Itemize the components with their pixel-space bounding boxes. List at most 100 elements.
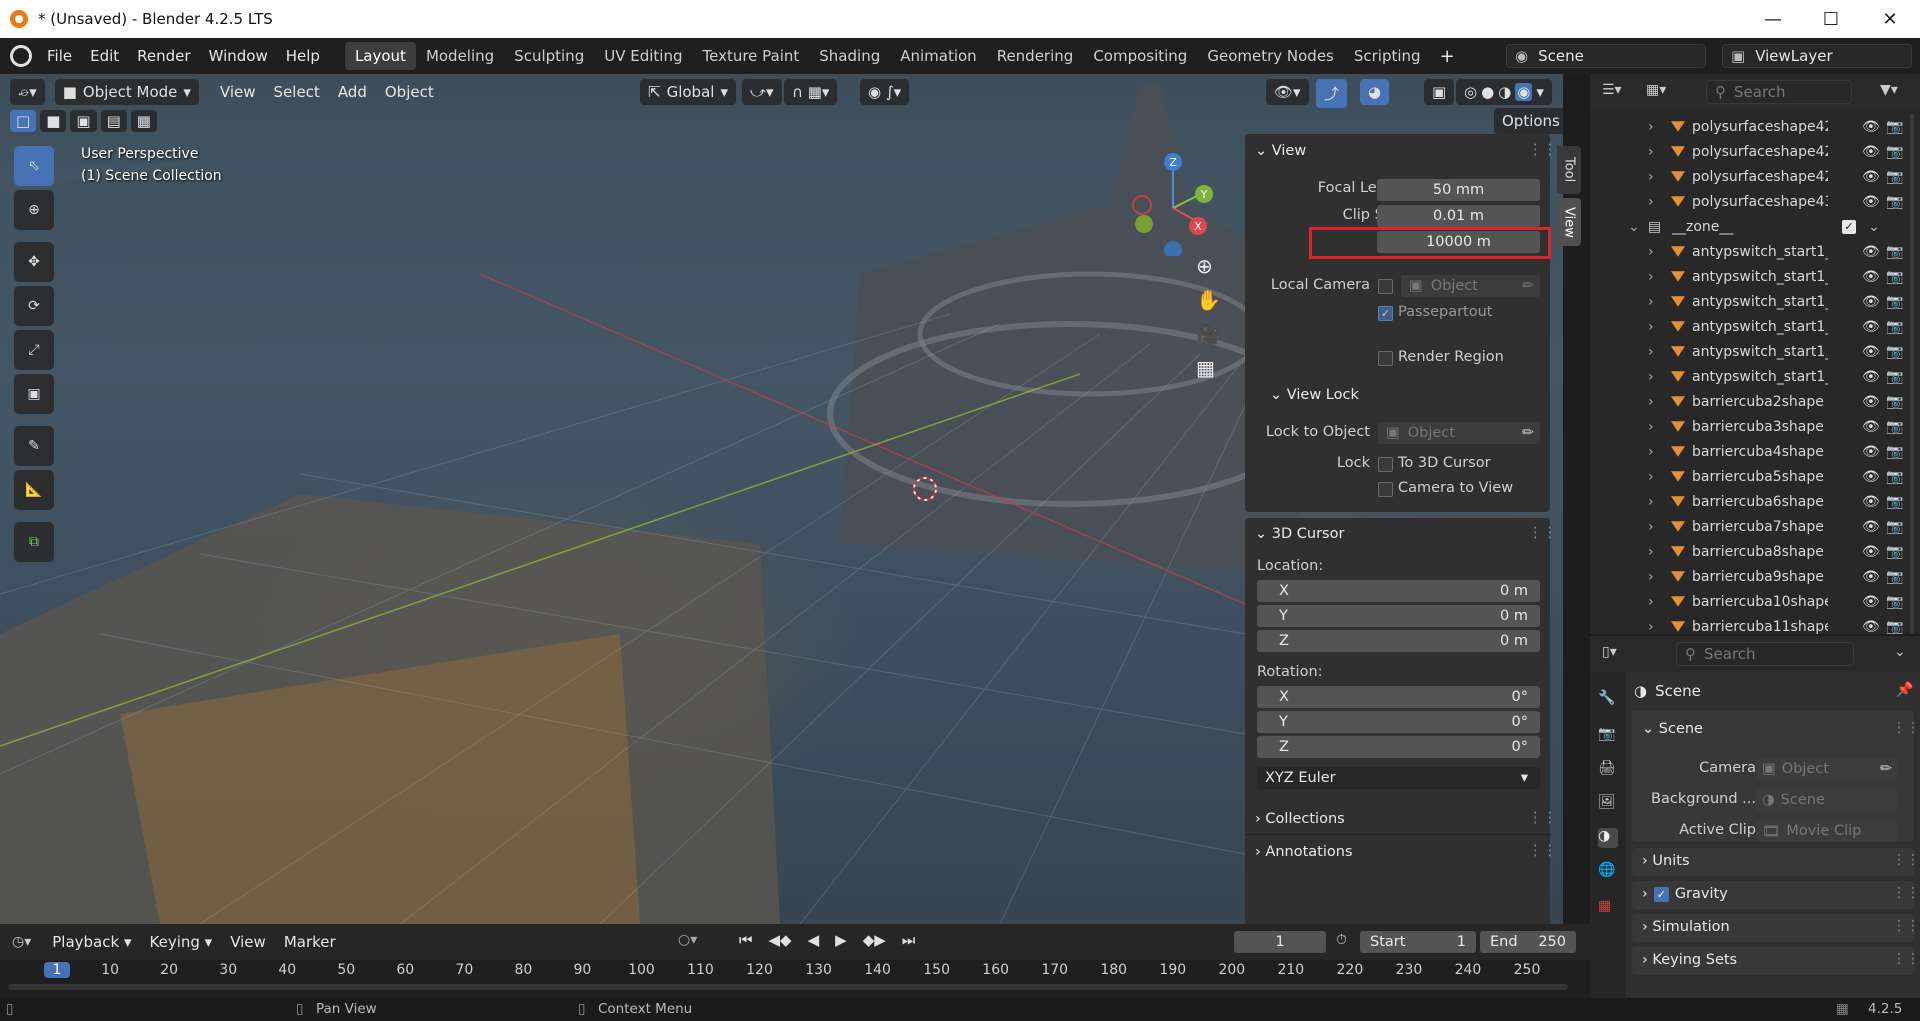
expand-chevron-icon[interactable]: › (1648, 494, 1654, 510)
add-workspace-icon[interactable]: + (1431, 46, 1464, 67)
render-icon[interactable]: 📷 (1598, 726, 1618, 746)
drag-handle-icon[interactable]: ⋮⋮ (1892, 885, 1920, 901)
menu-edit[interactable]: Edit (81, 47, 128, 65)
eye-icon[interactable]: 👁 (1862, 569, 1880, 585)
filter-icon[interactable]: ▼▾ (1880, 82, 1898, 98)
focal-length-field[interactable]: 50 mm (1377, 179, 1540, 201)
eye-icon[interactable]: 👁 (1862, 119, 1880, 135)
eye-icon[interactable]: 👁 (1862, 544, 1880, 560)
eye-icon[interactable]: 👁 (1862, 169, 1880, 185)
jump-end-icon[interactable]: ⏭ (895, 930, 922, 950)
prev-keyframe-icon[interactable]: ◀◆ (762, 930, 798, 950)
sidebar-tab-tool[interactable]: Tool (1557, 146, 1581, 194)
timeline[interactable]: ◷▾ Playback ▾ Keying ▾ View Marker ○▾ ⏮ … (0, 924, 1590, 998)
outliner-row[interactable]: › barriercuba6shape 👁 📷 (1590, 489, 1920, 514)
expand-chevron-icon[interactable]: › (1648, 269, 1654, 285)
measure-tool-icon[interactable]: 📐 (14, 470, 54, 510)
keying-sets-header[interactable]: › Keying Sets (1642, 952, 1737, 968)
camera-render-icon[interactable]: 📷 (1886, 319, 1903, 335)
camera-render-icon[interactable]: 📷 (1886, 169, 1903, 185)
drag-handle-icon[interactable]: ⋮⋮ (1528, 525, 1557, 541)
expand-chevron-icon[interactable]: › (1648, 519, 1654, 535)
clip-start-field[interactable]: 0.01 m (1377, 205, 1540, 227)
simulation-header[interactable]: › Simulation (1642, 919, 1730, 935)
collection-include-checkbox[interactable]: ✓ (1842, 219, 1856, 234)
camera-field[interactable]: ▣ Object ✏ (1756, 758, 1898, 780)
clip-end-field[interactable]: 10000 m (1377, 231, 1540, 253)
rendered-shading-icon[interactable]: ◉ (1515, 83, 1533, 101)
view-section-header[interactable]: ⌄ View (1255, 143, 1306, 159)
camera-render-icon[interactable]: 📷 (1886, 369, 1903, 385)
cursor-location-y[interactable]: Y0 m (1257, 605, 1540, 627)
cursor-rotation-x[interactable]: X 0° (1257, 686, 1540, 708)
drag-handle-icon[interactable]: ⋮⋮ (1528, 142, 1557, 158)
camera-render-icon[interactable]: 📷 (1886, 519, 1903, 535)
xray-icon[interactable]: ▣ (1424, 79, 1455, 105)
outliner-row[interactable]: › polysurfaceshape429 👁 📷 (1590, 164, 1920, 189)
eye-icon[interactable]: 👁 (1862, 344, 1880, 360)
expand-chevron-icon[interactable]: › (1648, 194, 1654, 210)
close-button[interactable]: ✕ (1862, 0, 1918, 38)
scene-selector[interactable]: ◉ Scene (1506, 44, 1706, 68)
background-field[interactable]: ◑ Scene (1756, 789, 1898, 811)
expand-chevron-icon[interactable]: › (1648, 419, 1654, 435)
navigation-gizmo[interactable]: Z Y X (1125, 146, 1225, 256)
eye-icon[interactable]: 👁 (1862, 594, 1880, 610)
passepartout-checkbox[interactable]: ✓ (1378, 306, 1393, 321)
move-tool-icon[interactable]: ✥ (14, 242, 54, 282)
tab-uv-editing[interactable]: UV Editing (594, 42, 692, 70)
gizmo-toggle-icon[interactable]: ⤴ (1316, 79, 1348, 108)
properties-editor-icon[interactable]: ▯▾ (1602, 644, 1617, 660)
solid-shading-icon[interactable]: ● (1481, 83, 1494, 101)
expand-chevron-icon[interactable]: › (1648, 244, 1654, 260)
expand-chevron-icon[interactable]: › (1648, 544, 1654, 560)
tab-layout[interactable]: Layout (344, 42, 416, 70)
tab-modeling[interactable]: Modeling (416, 42, 504, 70)
drag-handle-icon[interactable]: ⋮⋮ (1892, 720, 1920, 736)
pivot-icon[interactable]: ⤻▾ (742, 79, 782, 105)
next-keyframe-icon[interactable]: ◆▶ (856, 930, 892, 950)
select-new-icon[interactable]: □ (10, 110, 37, 132)
expand-chevron-icon[interactable]: › (1648, 469, 1654, 485)
drag-handle-icon[interactable]: ⋮⋮ (1528, 843, 1557, 859)
expand-chevron-icon[interactable]: › (1648, 369, 1654, 385)
marker-menu[interactable]: Marker (275, 933, 345, 951)
expand-chevron-icon[interactable]: › (1648, 344, 1654, 360)
camera-render-icon[interactable]: 📷 (1886, 594, 1903, 610)
properties-search-input[interactable]: ⚲ Search (1676, 642, 1854, 666)
scene-tab-icon[interactable]: ◑ (1598, 828, 1618, 848)
camera-render-icon[interactable]: 📷 (1886, 144, 1903, 160)
snap-icon[interactable]: ∩ ▦▾ (784, 79, 838, 105)
playback-menu[interactable]: Playback ▾ (43, 933, 140, 951)
auto-keying-icon[interactable]: ○▾ (678, 932, 697, 948)
viewport-menu-select[interactable]: Select (265, 83, 329, 101)
tool-settings-icon[interactable]: 🔧 (1598, 690, 1618, 710)
overlays-toggle-icon[interactable]: ◕ (1360, 79, 1390, 105)
expand-chevron-icon[interactable]: › (1648, 119, 1654, 135)
outliner-row[interactable]: › antypswitch_start1_3 👁 📷 (1590, 289, 1920, 314)
keying-menu[interactable]: Keying ▾ (141, 933, 222, 951)
expand-chevron-icon[interactable]: › (1648, 594, 1654, 610)
camera-render-icon[interactable]: 📷 (1886, 344, 1903, 360)
outliner-editor-icon[interactable]: ☰▾ (1602, 82, 1622, 98)
timeline-editor-icon[interactable]: ◷▾ (12, 934, 31, 950)
chevron-down-icon[interactable]: ⌄ (1868, 219, 1880, 235)
eye-icon[interactable]: 👁 (1862, 494, 1880, 510)
local-camera-checkbox[interactable] (1378, 279, 1393, 294)
properties-editor[interactable]: ▯▾ ⚲ Search ⌄ 🔧 📷 🖨 🖼 ◑ 🌐 ▦ ◑ Scene 📌 ⌄ Sc… (1590, 636, 1920, 998)
outliner-row[interactable]: › polysurfaceshape429 👁 📷 (1590, 139, 1920, 164)
camera-render-icon[interactable]: 📷 (1886, 444, 1903, 460)
mode-selector[interactable]: ■ Object Mode ▾ (54, 79, 199, 105)
eye-icon[interactable]: 👁 (1862, 519, 1880, 535)
menu-window[interactable]: Window (200, 47, 277, 65)
outliner-row[interactable]: › barriercuba8shape 👁 📷 (1590, 539, 1920, 564)
menu-help[interactable]: Help (277, 47, 329, 65)
texture-icon[interactable]: ▦ (1598, 898, 1618, 918)
select-subtract-icon[interactable]: ▣ (70, 110, 97, 132)
outliner[interactable]: ☰▾ ▦▾ ⚲ Search ▼▾ › polysurfaceshape429 👁 📷 ›… (1590, 74, 1920, 635)
cursor-rotation-y[interactable]: Y 0° (1257, 711, 1540, 733)
outliner-row[interactable]: › barriercuba5shape 👁 📷 (1590, 464, 1920, 489)
transform-tool-icon[interactable]: ▣ (14, 374, 54, 414)
scale-tool-icon[interactable]: ⤢ (14, 330, 54, 370)
options-dropdown[interactable]: Options ▾ (1494, 108, 1563, 134)
